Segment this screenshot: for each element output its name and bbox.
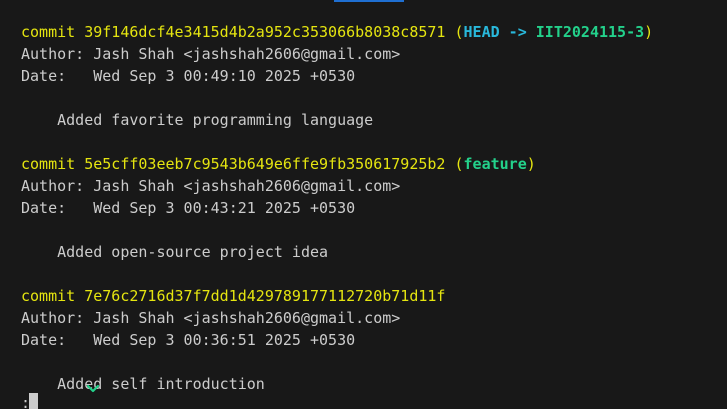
refs-open: ( [454,23,464,41]
branch-ref: feature [463,155,527,173]
commit-line-2: commit 5e5cff03eeb7c9543b649e6ffe9fb3506… [21,153,536,175]
head-ref: HEAD -> [463,23,536,41]
active-tab-indicator [334,0,404,2]
refs-close: ) [526,155,536,173]
commit-hash: 7e76c2716d37f7dd1d429789177112720b71d11f [84,287,446,305]
commit-keyword: commit [21,23,76,41]
author-line: Author: Jash Shah <jashshah2606@gmail.co… [21,309,401,327]
commit-keyword: commit [21,287,76,305]
author-line: Author: Jash Shah <jashshah2606@gmail.co… [21,45,401,63]
commit-message: Added self introduction [21,375,265,393]
commit-hash: 5e5cff03eeb7c9543b649e6ffe9fb350617925b2 [84,155,446,173]
refs-close: ) [644,23,654,41]
commit-hash: 39f146dcf4e3415d4b2a952c353066b8038c8571 [84,23,446,41]
date-line: Date: Wed Sep 3 00:49:10 2025 +0530 [21,67,356,85]
refs-open: ( [454,155,464,173]
sparkle-icon [87,384,99,393]
terminal-cursor[interactable] [29,393,38,409]
commit-line-3: commit 7e76c2716d37f7dd1d429789177112720… [21,285,445,307]
branch-ref: IIT2024115-3 [535,23,645,41]
commit-message: Added open-source project idea [21,243,329,261]
author-line: Author: Jash Shah <jashshah2606@gmail.co… [21,177,401,195]
commit-line-1: commit 39f146dcf4e3415d4b2a952c353066b80… [21,21,653,43]
commit-keyword: commit [21,155,76,173]
commit-message: Added favorite programming language [21,111,374,129]
date-line: Date: Wed Sep 3 00:43:21 2025 +0530 [21,199,356,217]
date-line: Date: Wed Sep 3 00:36:51 2025 +0530 [21,331,356,349]
terminal-output[interactable]: commit 39f146dcf4e3415d4b2a952c353066b80… [0,0,727,409]
